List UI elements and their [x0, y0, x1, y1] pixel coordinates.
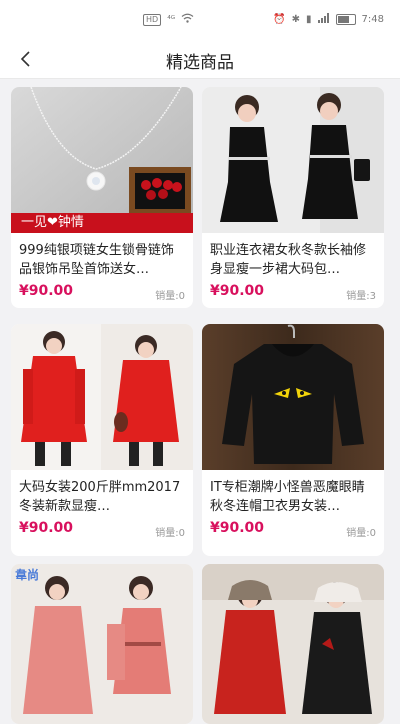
status-time: 7:48 [361, 14, 384, 25]
product-card[interactable] [202, 564, 384, 724]
product-sales: 销量:0 [155, 291, 185, 302]
product-image-hoodie [202, 324, 384, 470]
page-header: 精选商品 [0, 40, 400, 79]
status-bar: HD ⁴ᴳ ⏰ ✱ ▮ 7:48 [0, 0, 400, 40]
product-card[interactable]: 大码女装200斤胖mm2017冬装新款显瘦… ¥90.00 销量:0 [11, 324, 193, 556]
product-name: IT专柜潮牌小怪兽恶魔眼睛秋冬连帽卫衣男女装… [210, 480, 365, 514]
product-price: ¥90.00 [210, 283, 265, 299]
product-name: 职业连衣裙女秋冬款长袖修身显瘦一步裙大码包… [210, 243, 367, 277]
vibrate-icon: ▮ [306, 14, 312, 25]
product-card[interactable]: 韋尚 [11, 564, 193, 724]
brand-watermark: 韋尚 [15, 568, 40, 582]
hd-icon: HD [143, 13, 162, 26]
battery-icon [335, 14, 356, 25]
product-card[interactable]: 职业连衣裙女秋冬款长袖修身显瘦一步裙大码包… ¥90.00 销量:3 [202, 87, 384, 308]
product-name: 999纯银项链女生锁骨链饰品银饰吊坠首饰送女… [19, 243, 174, 277]
product-sales: 销量:3 [346, 291, 376, 302]
product-image-red-coat [11, 324, 193, 470]
product-image-parka [202, 564, 384, 724]
product-sales: 销量:0 [155, 528, 185, 539]
status-left: HD ⁴ᴳ [143, 13, 194, 26]
signal-bars-icon [317, 13, 330, 26]
bluetooth-icon: ✱ [291, 14, 301, 25]
page-title: 精选商品 [166, 53, 234, 73]
alarm-icon: ⏰ [273, 14, 286, 25]
product-sales: 销量:0 [346, 528, 376, 539]
product-card[interactable]: IT专柜潮牌小怪兽恶魔眼睛秋冬连帽卫衣男女装… ¥90.00 销量:0 [202, 324, 384, 556]
wifi-icon [181, 13, 194, 26]
status-right: ⏰ ✱ ▮ 7:48 [273, 13, 384, 26]
product-image-dress [202, 87, 384, 233]
product-price: ¥90.00 [19, 283, 74, 299]
signal-icon: ⁴ᴳ [167, 14, 176, 25]
product-price: ¥90.00 [210, 520, 265, 536]
product-name: 大码女装200斤胖mm2017冬装新款显瘦… [19, 480, 181, 514]
product-card[interactable]: 一见❤钟情 999纯银项链女生锁骨链饰品银饰吊坠首饰送女… ¥90.00 销量:… [11, 87, 193, 308]
product-image-necklace: 一见❤钟情 [11, 87, 193, 233]
product-image-pink-coat: 韋尚 [11, 564, 193, 724]
product-price: ¥90.00 [19, 520, 74, 536]
promo-banner-text: 一见❤钟情 [21, 215, 84, 230]
